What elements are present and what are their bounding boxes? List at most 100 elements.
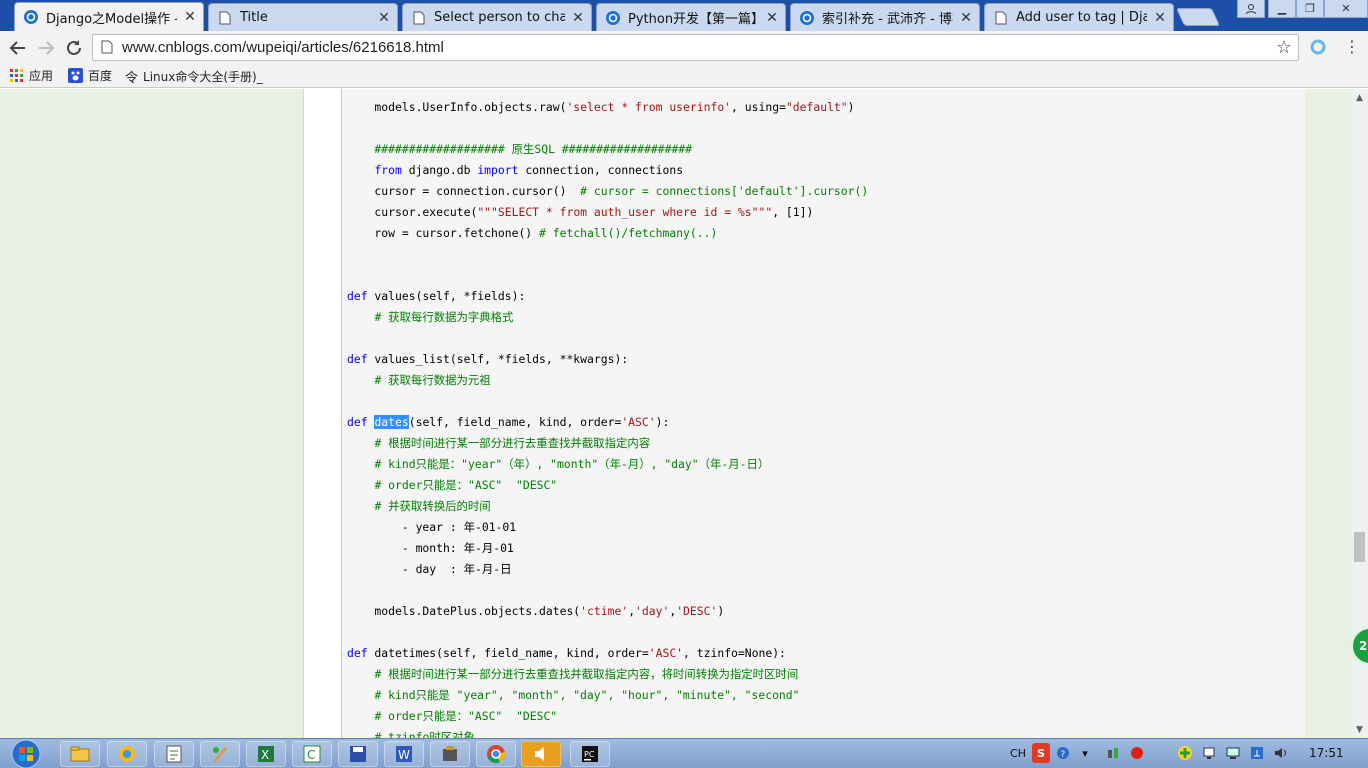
new-tab-button[interactable] <box>1175 8 1221 26</box>
code-token: cursor = connection.cursor() <box>347 184 581 198</box>
restore-icon[interactable]: ❐ <box>1296 0 1324 18</box>
tools-icon[interactable] <box>430 741 470 767</box>
code-token: from <box>374 163 402 177</box>
tab-title-page[interactable]: Title ✕ <box>208 3 398 31</box>
sogou-ime-icon[interactable]: S <box>1032 743 1050 763</box>
network-icon[interactable] <box>1248 743 1266 763</box>
code-token: , [1]) <box>772 205 814 219</box>
svg-text:C: C <box>307 748 315 762</box>
tab-title: Add user to tag | Djang <box>1016 10 1147 25</box>
security-icon[interactable] <box>1176 743 1194 763</box>
volume-icon[interactable] <box>1272 743 1290 763</box>
menu-icon[interactable]: ⋮ <box>1344 37 1360 56</box>
code-token: "default" <box>785 100 848 114</box>
code-line: - day : 年-月-日 <box>347 559 868 580</box>
display-icon[interactable] <box>1224 743 1242 763</box>
input-language-indicator[interactable]: CH <box>1009 743 1027 763</box>
save-disk-icon[interactable] <box>338 741 378 767</box>
code-token: def <box>347 352 368 366</box>
code-token: # order只能是："ASC" "DESC" <box>374 709 558 723</box>
tab-add-user-to-tag[interactable]: Add user to tag | Djang ✕ <box>984 3 1174 31</box>
code-line: models.UserInfo.objects.raw('select * fr… <box>347 97 868 118</box>
bookmark-label: 百度 <box>88 69 113 83</box>
code-token: # 根据时间进行某一部分进行去重查找并截取指定内容，将时间转换为指定时区时间 <box>374 667 799 681</box>
network-tool-icon[interactable] <box>1104 743 1122 763</box>
camtasia-icon[interactable]: C <box>292 741 332 767</box>
code-token: """SELECT * from auth_user where id = %s… <box>477 205 773 219</box>
record-icon[interactable] <box>1128 743 1146 763</box>
code-line: - year : 年-01-01 <box>347 517 868 538</box>
selected-text: dates <box>374 415 409 429</box>
code-token: - month: 年-月-01 <box>347 541 514 555</box>
bookmark-apps[interactable]: 应用 <box>10 67 53 84</box>
code-line: models.DatePlus.objects.dates('ctime','d… <box>347 601 868 622</box>
code-token: def <box>347 289 368 303</box>
close-icon[interactable]: ✕ <box>959 11 973 25</box>
close-icon[interactable]: ✕ <box>183 10 197 24</box>
forward-button[interactable] <box>34 36 58 60</box>
code-token: models.DatePlus.objects.dates( <box>347 604 581 618</box>
tab-index-supplement[interactable]: 索引补充 - 武沛齐 - 博客 ✕ <box>790 3 980 31</box>
code-line: def datetimes(self, field_name, kind, or… <box>347 643 868 664</box>
scroll-up-arrow-icon[interactable]: ▲ <box>1351 89 1368 106</box>
pycharm-icon[interactable]: PC <box>570 741 610 767</box>
paint-icon[interactable] <box>200 741 240 767</box>
code-token: def <box>347 646 368 660</box>
qq-browser-icon[interactable] <box>107 741 147 767</box>
code-token: (self, field_name, kind, order= <box>408 415 622 429</box>
cnblogs-icon <box>605 10 621 26</box>
close-icon[interactable]: ✕ <box>765 11 779 25</box>
code-token: # 获取每行数据为元祖 <box>374 373 491 387</box>
tab-python-dev[interactable]: Python开发【第一篇】: ✕ <box>596 3 786 31</box>
code-token: ) <box>717 604 725 618</box>
back-arrow-icon <box>9 41 25 55</box>
scrollbar-thumb[interactable] <box>1354 532 1365 562</box>
code-line: # 根据时间进行某一部分进行去重查找并截取指定内容，将时间转换为指定时区时间 <box>347 664 868 685</box>
tab-select-person[interactable]: Select person to chang ✕ <box>402 3 592 31</box>
help-icon[interactable]: ? <box>1054 743 1072 763</box>
notepad-icon[interactable] <box>154 741 194 767</box>
code-token: 'day' <box>635 604 670 618</box>
address-bar[interactable]: www.cnblogs.com/wupeiqi/articles/6216618… <box>92 34 1299 61</box>
windows-logo-icon <box>11 739 41 768</box>
tab-title: Python开发【第一篇】: <box>628 12 759 27</box>
close-icon[interactable]: ✕ <box>377 11 391 25</box>
minimize-icon[interactable]: ▁ <box>1268 0 1296 18</box>
tab-title: 索引补充 - 武沛齐 - 博客 <box>822 12 953 27</box>
close-icon[interactable]: ✕ <box>571 11 585 25</box>
start-button[interactable] <box>6 739 46 768</box>
bookmark-baidu[interactable]: 百度 <box>68 67 112 84</box>
back-button[interactable] <box>6 36 30 60</box>
word-icon[interactable]: W <box>384 741 424 767</box>
reload-button[interactable] <box>62 36 86 60</box>
code-line: # 获取每行数据为字典格式 <box>347 307 868 328</box>
code-token: # cursor = connections['default'].cursor… <box>580 184 869 198</box>
reload-icon <box>67 40 81 55</box>
bookmark-linux-commands[interactable]: 令 Linux命令大全(手册)_ <box>125 67 263 86</box>
excel-icon[interactable]: X <box>246 741 286 767</box>
scroll-down-arrow-icon[interactable]: ▼ <box>1351 721 1368 738</box>
system-clock[interactable]: 17:51 <box>1309 746 1344 760</box>
close-icon[interactable]: ✕ <box>1153 11 1167 25</box>
code-token: 'ctime' <box>580 604 629 618</box>
svg-text:X: X <box>261 748 269 762</box>
code-token: datetimes(self, field_name, kind, order= <box>367 646 649 660</box>
explorer-icon[interactable] <box>60 741 100 767</box>
user-profile-icon[interactable] <box>1237 0 1265 18</box>
bookmark-star-icon[interactable]: ☆ <box>1276 37 1292 58</box>
tab-django-model[interactable]: Django之Model操作 - 武 ✕ <box>14 2 204 31</box>
code-token: # fetchall()/fetchmany(..) <box>539 226 718 240</box>
speaker-app-icon[interactable] <box>521 741 561 767</box>
windows-taskbar: X C W PC CH S ? ▾ 17:51 <box>0 738 1368 768</box>
chrome-icon[interactable] <box>476 741 516 767</box>
device-icon[interactable] <box>1200 743 1218 763</box>
code-token: , using= <box>731 100 786 114</box>
tray-expand-icon[interactable]: ▾ <box>1076 743 1094 763</box>
window-close-icon[interactable]: ✕ <box>1324 0 1368 18</box>
extension-icon[interactable] <box>1309 38 1327 60</box>
code-token: ################### 原生SQL ##############… <box>347 142 693 156</box>
